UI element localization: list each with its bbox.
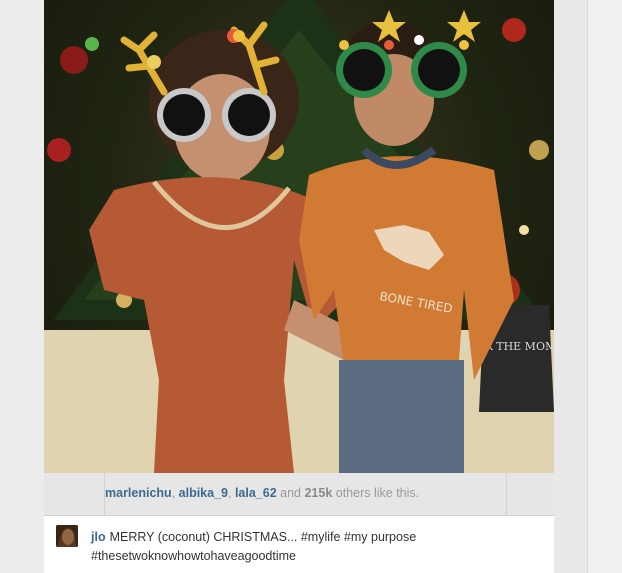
left-gutter [0,0,44,573]
likes-separator: , [171,486,179,500]
likes-text: marlenichu, albika_9, lala_62 and 215k o… [105,486,419,500]
caption-line2: #thesetwoknowhowtohaveagoodtime [91,549,296,563]
like-user-link[interactable]: marlenichu [105,486,172,500]
likes-separator: , [227,486,235,500]
post-photo[interactable]: SAVOR THE MOMENT [44,0,554,473]
bag-text: SAVOR THE MOMENT [453,340,554,353]
author-avatar[interactable] [56,525,78,547]
scrollbar-track[interactable] [587,0,622,573]
author-username[interactable]: jlo [91,530,106,544]
post-card: SAVOR THE MOMENT [44,0,554,573]
photo-illustration: SAVOR THE MOMENT [44,0,554,473]
likes-suffix: others like this. [332,486,420,500]
likes-and: and [276,486,305,500]
likes-divider-right [506,473,507,515]
caption-line1: MERRY (coconut) CHRISTMAS... #mylife #my… [109,530,417,544]
caption-text: jlo MERRY (coconut) CHRISTMAS... #mylife … [91,528,541,566]
likes-count[interactable]: 215k [304,486,332,500]
likes-bar: marlenichu, albika_9, lala_62 and 215k o… [44,473,554,516]
caption-row: jlo MERRY (coconut) CHRISTMAS... #mylife … [44,516,554,573]
avatar-image [56,525,78,547]
like-user-link[interactable]: albika_9 [179,486,228,500]
like-user-link[interactable]: lala_62 [235,486,277,500]
